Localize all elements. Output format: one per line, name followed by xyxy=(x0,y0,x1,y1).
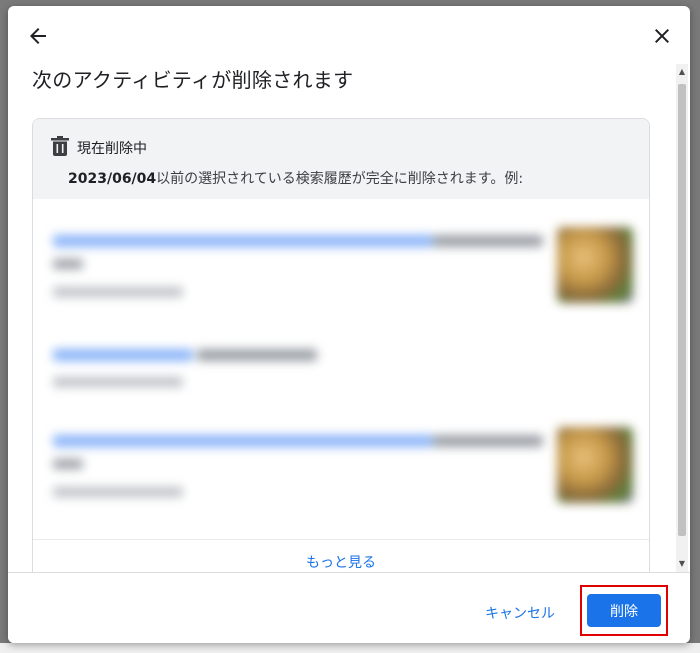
thumbnail-image xyxy=(557,427,633,503)
list-item xyxy=(33,427,649,527)
thumbnail-image xyxy=(557,227,633,303)
show-more-link[interactable]: もっと見る xyxy=(33,552,649,572)
more-link-row: もっと見る xyxy=(33,539,649,572)
dialog-scroll-area[interactable]: 現在削除中 2023/06/04以前の選択されている検索履歴が完全に削除されます… xyxy=(8,88,690,572)
deletion-summary-card: 現在削除中 2023/06/04以前の選択されている検索履歴が完全に削除されます… xyxy=(32,118,650,572)
dialog-footer: キャンセル 削除 xyxy=(8,572,690,643)
scroll-down-arrow-icon[interactable]: ▼ xyxy=(676,558,688,570)
vertical-scrollbar[interactable]: ▲ ▼ xyxy=(676,64,688,574)
scroll-up-arrow-icon[interactable]: ▲ xyxy=(676,66,688,78)
trash-icon xyxy=(51,136,69,156)
list-item xyxy=(33,339,649,439)
description-date: 2023/06/04 xyxy=(68,171,157,187)
deletion-description: 2023/06/04以前の選択されている検索履歴が完全に削除されます。例: xyxy=(68,168,523,188)
back-arrow-icon[interactable] xyxy=(26,24,50,48)
delete-button-highlight: 削除 xyxy=(580,585,668,636)
description-text: 以前の選択されている検索履歴が完全に削除されます。例: xyxy=(156,171,524,187)
delete-activity-dialog: 次のアクティビティが削除されます 現在削除中 2023/06/04以前の選択され… xyxy=(8,6,690,643)
delete-button[interactable]: 削除 xyxy=(587,594,661,627)
cancel-button[interactable]: キャンセル xyxy=(474,595,566,631)
card-header: 現在削除中 2023/06/04以前の選択されている検索履歴が完全に削除されます… xyxy=(33,119,649,199)
close-icon[interactable] xyxy=(650,24,674,48)
status-label: 現在削除中 xyxy=(77,141,147,157)
list-item xyxy=(33,227,649,327)
scrollbar-thumb[interactable] xyxy=(678,84,686,536)
background-page-strip xyxy=(0,643,700,653)
